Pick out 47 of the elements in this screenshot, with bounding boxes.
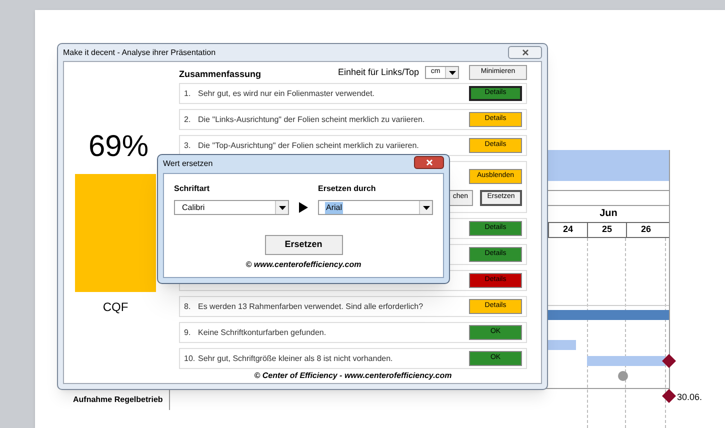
score-value: 69%	[88, 132, 149, 162]
copyright-footer: © Center of Efficiency - www.centerofefficiency.com	[254, 370, 452, 382]
replacement-value: Arial	[325, 202, 344, 214]
close-icon	[522, 49, 528, 56]
caret-icon	[278, 206, 286, 210]
item-number: 9.	[184, 326, 192, 338]
replace-button[interactable]: Ersetzen	[264, 235, 342, 255]
item-number: 8.	[184, 300, 192, 312]
score-label: CQF	[102, 299, 128, 316]
milestone-icon	[662, 354, 676, 368]
item-number: 3.	[184, 140, 192, 152]
milestone-icon	[662, 389, 676, 403]
day-label: 25	[587, 223, 626, 237]
dropdown-button[interactable]	[419, 201, 432, 214]
day-label: 26	[626, 223, 665, 237]
play-arrow-icon	[299, 201, 308, 214]
window-title: Make it decent - Analyse ihrer Präsentation	[63, 46, 216, 58]
font-select[interactable]: Calibri	[174, 200, 289, 215]
copyright-footer: © www.centerofefficiency.com	[246, 259, 362, 271]
result-text: Sehr gut, es wird nur ein Folienmaster verwendet.	[198, 88, 375, 100]
replacement-select[interactable]: Arial	[318, 200, 433, 215]
result-text: Die "Top-Ausrichtung" der Folien scheint merklich zu variieren.	[198, 140, 419, 152]
dropdown-button[interactable]	[275, 201, 288, 214]
result-text: Es werden 13 Rahmenfarben verwendet. Sind alle erforderlich?	[198, 300, 424, 312]
summary-heading: Zusammenfassung	[179, 68, 262, 81]
close-icon	[426, 158, 432, 166]
caret-icon	[448, 70, 456, 74]
unit-label: Einheit für Links/Top	[338, 66, 419, 79]
task-label: Aufnahme Regelbetrieb	[73, 394, 163, 406]
item-number: 10.	[184, 352, 196, 364]
font-value: Calibri	[181, 202, 206, 214]
close-button[interactable]	[414, 156, 444, 168]
result-text: Die "Links-Ausrichtung" der Folien scheint merklich zu variieren.	[198, 114, 425, 126]
milestone-date: 30.06.	[677, 391, 702, 404]
result-text: Sehr gut, Schriftgröße kleiner als 8 ist nicht vorhanden.	[198, 352, 393, 364]
replace-label: Ersetzen durch	[318, 183, 377, 195]
gantt-bar	[548, 340, 576, 350]
dropdown-button[interactable]	[445, 67, 458, 78]
dot-icon	[618, 371, 628, 381]
month-label: Jun	[600, 207, 618, 221]
item-number: 2.	[184, 114, 192, 126]
item-number: 1.	[184, 88, 192, 100]
result-text: Keine Schriftkonturfarben gefunden.	[198, 326, 326, 338]
font-label: Schriftart	[174, 183, 211, 195]
window-title: Wert ersetzen	[163, 158, 213, 170]
caret-icon	[422, 206, 430, 210]
close-button[interactable]	[508, 46, 542, 59]
